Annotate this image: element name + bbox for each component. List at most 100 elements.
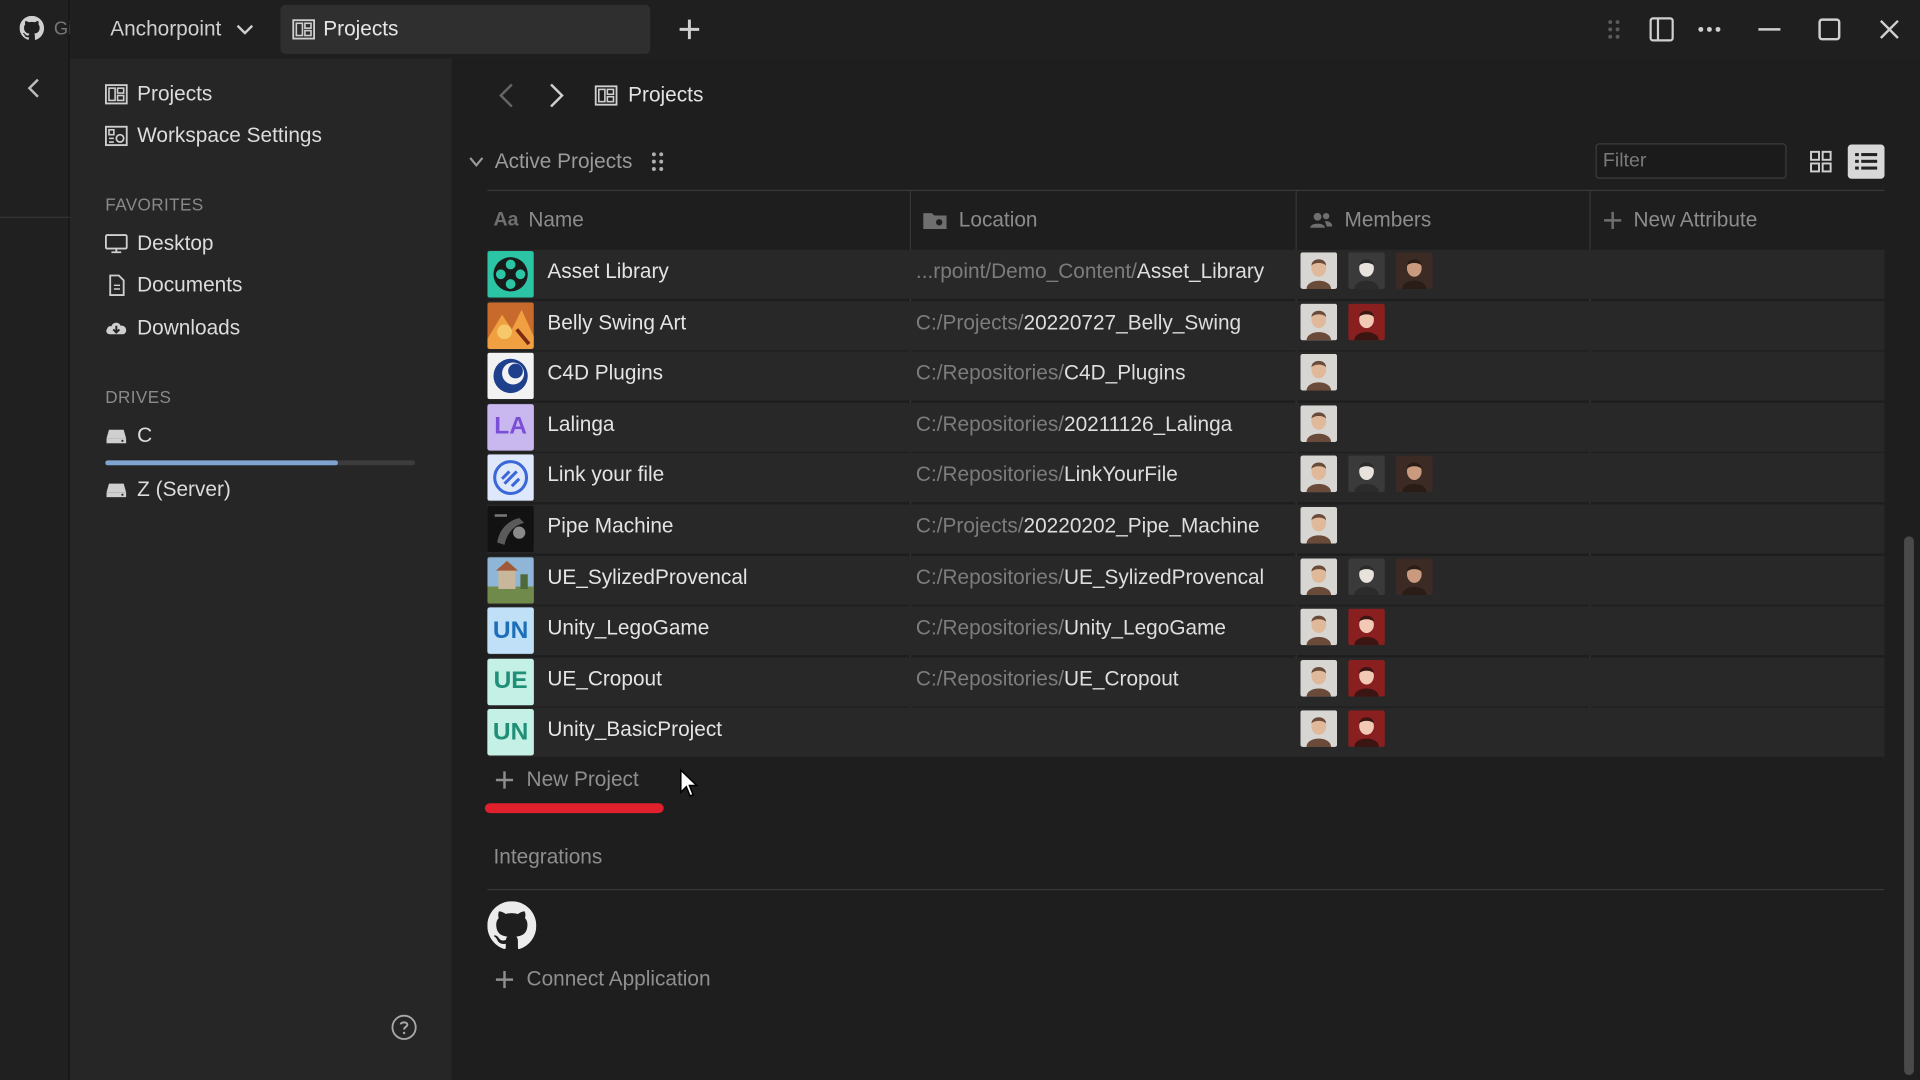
nav-back-icon[interactable] xyxy=(493,81,520,110)
avatar[interactable] xyxy=(1300,506,1338,544)
avatar[interactable] xyxy=(1300,303,1338,340)
avatar[interactable] xyxy=(1348,710,1385,748)
new-project-label: New Project xyxy=(526,767,639,792)
project-location: C:/Repositories/UE_SylizedProvencal xyxy=(916,565,1264,589)
sidebar-item-label: Documents xyxy=(137,273,243,297)
avatar[interactable] xyxy=(1348,303,1385,340)
avatar[interactable] xyxy=(1348,659,1385,697)
plus-icon xyxy=(495,771,514,789)
location-prefix: ...rpoint/Demo_Content/ xyxy=(915,259,1137,283)
drag-handle-icon[interactable] xyxy=(650,151,667,173)
avatar[interactable] xyxy=(1300,252,1338,289)
favorites-heading: FAVORITES xyxy=(105,194,204,215)
sidebar-item-label: Z (Server) xyxy=(137,477,231,501)
project-name: UE_Cropout xyxy=(547,667,662,691)
column-name[interactable]: Aa Name xyxy=(493,206,583,235)
maximize-icon[interactable] xyxy=(1815,15,1844,44)
table-row[interactable]: Pipe Machine C:/Projects/20220202_Pipe_Ma… xyxy=(487,504,1885,554)
avatar[interactable] xyxy=(1300,659,1338,697)
sidebar-item-downloads[interactable]: Downloads xyxy=(104,313,240,342)
table-row[interactable]: UN Unity_BasicProject xyxy=(487,708,1885,758)
integrations-heading: Integrations xyxy=(493,844,603,869)
active-projects-header[interactable]: Active Projects xyxy=(468,147,667,176)
new-project-button[interactable]: New Project xyxy=(493,765,639,794)
help-icon[interactable] xyxy=(391,1014,418,1041)
project-location: C:/Repositories/20211126_Lalinga xyxy=(916,412,1232,436)
column-label: Members xyxy=(1344,208,1432,232)
sidebar-item-drive-c[interactable]: C xyxy=(104,421,152,450)
location-prefix: C:/Projects/ xyxy=(915,310,1024,334)
table-row[interactable]: Link your file C:/Repositories/LinkYourFi… xyxy=(487,453,1885,503)
drag-handle-icon[interactable] xyxy=(1599,15,1628,44)
add-tab-icon[interactable] xyxy=(675,15,704,44)
list-view-button[interactable] xyxy=(1847,144,1885,179)
column-label: Location xyxy=(958,208,1038,232)
project-location: C:/Repositories/LinkYourFile xyxy=(916,463,1178,487)
sidebar-item-projects[interactable]: Projects xyxy=(104,80,212,109)
table-row[interactable]: UE UE_Cropout C:/Repositories/UE_Cropout xyxy=(487,657,1885,707)
sidebar-toggle-icon[interactable] xyxy=(1647,15,1676,44)
avatar[interactable] xyxy=(1348,455,1385,493)
sidebar-item-workspace-settings[interactable]: Workspace Settings xyxy=(104,121,322,150)
column-label: Name xyxy=(528,208,584,232)
new-attribute-button[interactable]: New Attribute xyxy=(1602,206,1758,235)
column-label: New Attribute xyxy=(1633,208,1758,232)
avatar[interactable] xyxy=(1395,557,1433,595)
back-chevron-icon[interactable] xyxy=(22,76,46,100)
members-list xyxy=(1300,252,1433,289)
tab-projects[interactable]: Projects xyxy=(280,4,651,54)
chevron-down-icon xyxy=(469,157,484,168)
table-row[interactable]: UN Unity_LegoGame C:/Repositories/Unity_Le… xyxy=(487,606,1885,656)
table-row[interactable]: LA Lalinga C:/Repositories/20211126_Laling… xyxy=(487,402,1885,452)
avatar[interactable] xyxy=(1300,557,1338,595)
sidebar-item-desktop[interactable]: Desktop xyxy=(104,229,214,258)
connect-application-button[interactable]: Connect Application xyxy=(493,965,711,994)
avatar[interactable] xyxy=(1300,405,1338,442)
location-prefix: C:/Projects/ xyxy=(915,514,1024,538)
workspace-settings-icon xyxy=(105,125,128,147)
avatar[interactable] xyxy=(1348,557,1385,595)
nav-forward-icon[interactable] xyxy=(542,81,569,110)
avatar[interactable] xyxy=(1395,455,1433,493)
belly-swing-art-thumbnail xyxy=(487,301,534,349)
project-location: C:/Repositories/Unity_LegoGame xyxy=(916,616,1226,640)
link-icon xyxy=(487,454,534,502)
background-window-strip: Gi xyxy=(0,0,72,1080)
workspace-switcher[interactable]: Anchorpoint xyxy=(110,15,255,44)
location-prefix: C:/Repositories/ xyxy=(915,361,1065,385)
asset-library-icon xyxy=(487,251,534,298)
avatar[interactable] xyxy=(1300,710,1338,748)
c4d-icon xyxy=(487,352,534,400)
drive-icon xyxy=(106,483,127,498)
column-members[interactable]: Members xyxy=(1308,206,1432,235)
plus-icon xyxy=(495,971,514,989)
minimize-icon[interactable] xyxy=(1755,15,1784,44)
avatar[interactable] xyxy=(1300,455,1338,493)
avatar[interactable] xyxy=(1348,252,1385,289)
avatar[interactable] xyxy=(1300,354,1338,391)
sidebar-item-documents[interactable]: Documents xyxy=(104,271,242,300)
filter-input[interactable] xyxy=(1595,143,1787,179)
scrollbar[interactable] xyxy=(1904,536,1914,1076)
table-row[interactable]: Asset Library ...rpoint/Demo_Content/Asse… xyxy=(487,249,1885,299)
close-icon[interactable] xyxy=(1875,15,1904,44)
avatar[interactable] xyxy=(1348,608,1385,646)
project-location: C:/Projects/20220202_Pipe_Machine xyxy=(916,514,1260,538)
text-type-icon: Aa xyxy=(493,209,519,231)
column-location[interactable]: Location xyxy=(922,206,1037,235)
grid-view-button[interactable] xyxy=(1804,144,1838,178)
section-title: Active Projects xyxy=(494,149,633,173)
location-prefix: C:/Repositories/ xyxy=(915,463,1065,487)
table-row[interactable]: Belly Swing Art C:/Projects/20220727_Bell… xyxy=(487,300,1885,350)
avatar[interactable] xyxy=(1395,252,1433,289)
table-row[interactable]: UE_SylizedProvencal C:/Repositories/UE_Sy… xyxy=(487,555,1885,605)
project-location: C:/Repositories/UE_Cropout xyxy=(916,667,1179,691)
project-initials-icon: UE xyxy=(487,658,534,706)
github-icon[interactable] xyxy=(487,901,537,950)
more-options-icon[interactable] xyxy=(1695,15,1724,44)
avatar[interactable] xyxy=(1300,608,1338,646)
table-row[interactable]: C4D Plugins C:/Repositories/C4D_Plugins xyxy=(487,351,1885,401)
divider xyxy=(487,888,1885,891)
sidebar: Projects Workspace Settings FAVORITES De… xyxy=(69,58,452,1080)
sidebar-item-drive-z[interactable]: Z (Server) xyxy=(104,475,231,504)
